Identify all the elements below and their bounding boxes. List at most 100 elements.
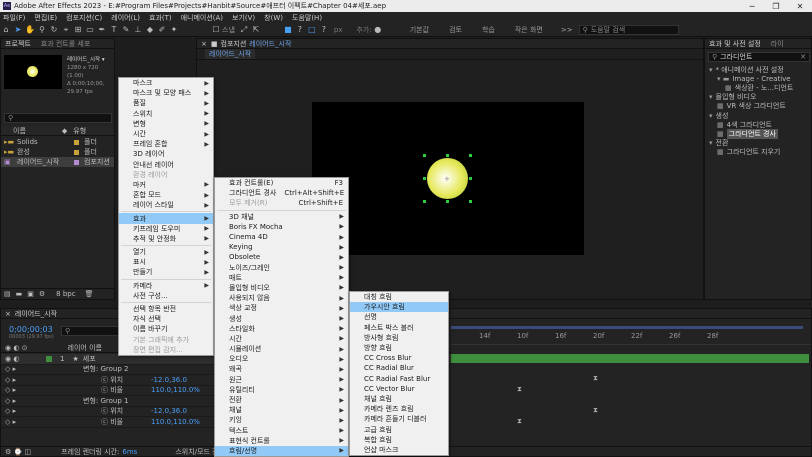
workspace-learn[interactable]: 학습: [482, 25, 495, 35]
blur-submenu-item-cc-cross-blur[interactable]: CC Cross Blur: [350, 353, 448, 363]
context-menu-item-선택-항목-반전[interactable]: 선택 항목 반전: [119, 304, 213, 314]
pen-tool-icon[interactable]: ✒: [96, 24, 108, 36]
context-menu-item-프레임-혼합[interactable]: 프레임 혼합 ▶: [119, 139, 213, 149]
context-menu-item-카메라[interactable]: 카메라 ▶: [119, 281, 213, 291]
eye-icon[interactable]: ◇ ▸: [1, 376, 31, 384]
effects-tree-item[interactable]: ▾ * 애니메이션 사전 설정: [705, 65, 811, 74]
type-tool-icon[interactable]: T: [108, 24, 120, 36]
effects-submenu-item-전환[interactable]: 전환 ▶: [215, 395, 348, 405]
blur-submenu-item-cc-vector-blur[interactable]: CC Vector Blur: [350, 384, 448, 394]
eye-icon[interactable]: ◇ ▸: [1, 397, 31, 405]
effects-submenu-item-스타일화[interactable]: 스타일화 ▶: [215, 324, 348, 334]
blur-submenu-item-카메라-흔들기-디블러[interactable]: 카메라 흔들기 디블러: [350, 414, 448, 424]
effects-submenu-item-색상-교정[interactable]: 색상 교정 ▶: [215, 303, 348, 313]
context-menu-item-만들기[interactable]: 만들기 ▶: [119, 267, 213, 277]
context-menu-item-자식-선택[interactable]: 자식 선택: [119, 314, 213, 324]
eye-icon[interactable]: ◇ ▸: [1, 386, 31, 394]
project-item[interactable]: ▸▬ 완성 폴더: [1, 147, 114, 157]
add-icon[interactable]: ●: [372, 24, 384, 36]
workspace-default[interactable]: 기본값: [410, 25, 429, 35]
context-menu-item-열기[interactable]: 열기 ▶: [119, 247, 213, 257]
effects-submenu-item-그라디언트-경사[interactable]: 그라디언트 경사 Ctrl+Alt+Shift+E: [215, 188, 348, 198]
context-menu-item-3d-레이어[interactable]: 3D 레이어: [119, 149, 213, 159]
timeline-tab[interactable]: 레이어드_시작: [15, 309, 57, 319]
context-menu-item-효과[interactable]: 효과 ▶: [119, 213, 213, 224]
clone-stamp-tool-icon[interactable]: ⊥: [132, 24, 144, 36]
layer-name-header[interactable]: 레이어 이름: [68, 343, 102, 353]
column-name-header[interactable]: 이름: [13, 126, 26, 136]
roto-brush-tool-icon[interactable]: ✐: [156, 24, 168, 36]
effects-presets-tab[interactable]: 효과 및 사전 설정: [709, 39, 761, 49]
menu-help[interactable]: 도움말(H): [292, 13, 322, 23]
property-value[interactable]: -12.0,36.0: [151, 407, 187, 415]
effects-submenu-item-obsolete[interactable]: Obsolete ▶: [215, 252, 348, 262]
effects-submenu-item-키잉[interactable]: 키잉 ▶: [215, 415, 348, 425]
project-item[interactable]: ▸▬ Solids 폴더: [1, 137, 114, 147]
fill-option-icon[interactable]: ?: [294, 24, 306, 36]
interpret-footage-icon[interactable]: ▤: [4, 290, 11, 298]
context-menu-item-레이어-스타일[interactable]: 레이어 스타일 ▶: [119, 200, 213, 210]
snap-checkbox[interactable]: ☐: [210, 24, 222, 36]
timecode[interactable]: 0;00;00;03: [9, 325, 54, 334]
comp-close-icon[interactable]: ×: [201, 40, 207, 48]
home-icon[interactable]: ⌂: [0, 24, 12, 36]
context-menu-item-스위치[interactable]: 스위치 ▶: [119, 109, 213, 119]
menu-animation[interactable]: 애니메이션(A): [181, 13, 223, 23]
project-settings-icon[interactable]: ⚙: [39, 290, 45, 298]
project-tab[interactable]: 프로젝트: [5, 39, 31, 49]
hand-tool-icon[interactable]: ✋: [24, 24, 36, 36]
effects-submenu-item-cinema-4d[interactable]: Cinema 4D ▶: [215, 232, 348, 242]
effects-submenu-item-생성[interactable]: 생성 ▶: [215, 313, 348, 323]
context-menu-item-시간[interactable]: 시간 ▶: [119, 129, 213, 139]
context-menu-item-마커[interactable]: 마커 ▶: [119, 180, 213, 190]
blur-submenu-item-고급-흐림[interactable]: 고급 흐림: [350, 424, 448, 434]
project-item[interactable]: ▣ 레이어드_시작 컴포지션: [1, 157, 114, 167]
effects-control-tab[interactable]: 효과 컨트롤 세포: [41, 39, 91, 49]
context-menu-item-사전-구성[interactable]: 사전 구성...: [119, 291, 213, 301]
keyframe-icon[interactable]: ⧗: [593, 374, 598, 383]
context-menu-item-안내선-레이어[interactable]: 안내선 레이어: [119, 160, 213, 170]
effects-submenu-item-오디오[interactable]: 오디오 ▶: [215, 354, 348, 364]
brush-tool-icon[interactable]: ✎: [120, 24, 132, 36]
blur-submenu-item-cc-radial-fast-blur[interactable]: CC Radial Fast Blur: [350, 374, 448, 384]
blur-submenu-item-방향-흐림[interactable]: 방향 흐림: [350, 343, 448, 353]
context-menu-item-키프레임-도우미[interactable]: 키프레임 도우미 ▶: [119, 224, 213, 234]
blur-submenu-item-언샵-마스크[interactable]: 언샵 마스크: [350, 445, 448, 455]
context-menu-item-마스크[interactable]: 마스크 ▶: [119, 78, 213, 88]
menu-layer[interactable]: 레이어(L): [111, 13, 140, 23]
eye-icon[interactable]: ◉ ◐: [1, 355, 31, 363]
blur-submenu-item-가우시안-흐림[interactable]: 가우시안 흐림: [350, 302, 448, 313]
effects-submenu-item-원근[interactable]: 원근 ▶: [215, 375, 348, 385]
comp-tab-label[interactable]: 컴포지션: [221, 39, 247, 49]
eye-icon[interactable]: ◇ ▸: [1, 407, 31, 415]
keyframe-icon[interactable]: ⧗: [517, 417, 522, 426]
blur-submenu-item-cc-radial-blur[interactable]: CC Radial Blur: [350, 363, 448, 373]
puppet-tool-icon[interactable]: ✦: [168, 24, 180, 36]
snap-options-icon[interactable]: ⤢: [238, 24, 250, 36]
bpc-label[interactable]: 8 bpc: [56, 290, 75, 298]
blur-submenu-item-페스트-박스-블러[interactable]: 페스트 박스 블러: [350, 323, 448, 333]
menu-edit[interactable]: 편집(E): [34, 13, 57, 23]
menu-view[interactable]: 보기(V): [232, 13, 255, 23]
maximize-button[interactable]: ❐: [764, 2, 788, 11]
selection-tool-icon[interactable]: ➤: [12, 24, 24, 36]
blur-submenu-item-복합-흐림[interactable]: 복합 흐림: [350, 435, 448, 445]
eye-icon[interactable]: ◇ ▸: [1, 418, 31, 426]
eraser-tool-icon[interactable]: ◆: [144, 24, 156, 36]
eye-icon[interactable]: ◇ ▸: [1, 365, 31, 373]
pan-behind-tool-icon[interactable]: ⊞: [72, 24, 84, 36]
effects-tree-item[interactable]: ▦ 그라디언트 지우기: [705, 148, 811, 157]
clear-search-icon[interactable]: ✕: [800, 53, 806, 61]
menu-window[interactable]: 창(W): [264, 13, 283, 23]
library-tab[interactable]: 라이: [771, 39, 784, 49]
delete-icon[interactable]: 🗑: [85, 290, 94, 298]
context-menu-item-변형[interactable]: 변형 ▶: [119, 119, 213, 129]
effects-search-input[interactable]: ⚲ 그라디언트 ✕: [708, 52, 810, 62]
fill-swatch-icon[interactable]: ■: [282, 24, 294, 36]
effects-submenu-item-표현식-컨트롤[interactable]: 표현식 컨트롤 ▶: [215, 436, 348, 446]
snap-expand-icon[interactable]: ⇱: [250, 24, 262, 36]
property-value[interactable]: 110.0,110.0%: [151, 386, 200, 394]
property-value[interactable]: 110.0,110.0%: [151, 418, 200, 426]
effects-submenu-item-시간[interactable]: 시간 ▶: [215, 334, 348, 344]
blur-submenu-item-대칭-흐림[interactable]: 대칭 흐림: [350, 292, 448, 302]
